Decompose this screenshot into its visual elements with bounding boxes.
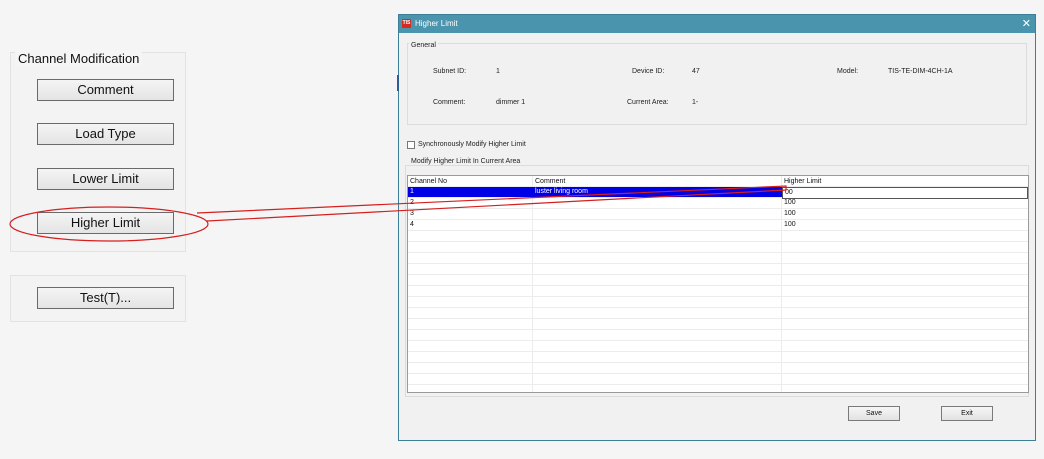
empty-row	[408, 242, 1028, 253]
comment-value: dimmer 1	[496, 99, 526, 106]
general-group	[407, 43, 1027, 125]
load-type-button[interactable]: Load Type	[37, 123, 174, 145]
cell-channel: 4	[410, 221, 414, 228]
subnet-id-label: Subnet ID:	[433, 68, 467, 75]
cell-comment: luster living room	[535, 188, 588, 195]
empty-row	[408, 286, 1028, 297]
cell-higher-limit: 00	[785, 189, 793, 196]
modify-group-label: Modify Higher Limit In Current Area	[409, 158, 523, 165]
lower-limit-button[interactable]: Lower Limit	[37, 168, 174, 190]
app-icon: TIS	[402, 19, 411, 28]
column-header-higher-limit[interactable]: Higher Limit	[784, 177, 821, 187]
channel-modification-title: Channel Modification	[15, 51, 143, 66]
comment-label: Comment:	[433, 99, 466, 106]
higher-limit-button[interactable]: Higher Limit	[37, 212, 174, 234]
dialog-title: Higher Limit	[415, 19, 458, 28]
column-header-comment[interactable]: Comment	[535, 177, 565, 187]
window-edge-marker	[397, 75, 399, 91]
table-row[interactable]: 2 100	[408, 198, 1028, 209]
test-button[interactable]: Test(T)...	[37, 287, 174, 309]
device-id-label: Device ID:	[632, 68, 665, 75]
device-id-value: 47	[692, 68, 700, 75]
table-header-row: Channel No Comment Higher Limit	[408, 176, 1028, 187]
empty-row	[408, 253, 1028, 264]
model-label: Model:	[837, 68, 859, 75]
cell-higher-limit: 100	[784, 221, 796, 228]
empty-row	[408, 374, 1028, 385]
save-button[interactable]: Save	[848, 406, 900, 421]
empty-row	[408, 308, 1028, 319]
sync-modify-label[interactable]: Synchronously Modify Higher Limit	[418, 141, 526, 148]
table-row[interactable]: 3 100	[408, 209, 1028, 220]
table-row[interactable]: 1 luster living room	[408, 187, 782, 198]
empty-row	[408, 330, 1028, 341]
empty-row	[408, 264, 1028, 275]
test-group: Test(T)...	[10, 275, 186, 322]
cell-higher-limit: 100	[784, 210, 796, 217]
dialog-titlebar[interactable]: TIS Higher Limit ✕	[399, 15, 1035, 33]
cell-channel: 2	[410, 199, 414, 206]
comment-button[interactable]: Comment	[37, 79, 174, 101]
empty-row	[408, 319, 1028, 330]
cell-channel: 1	[410, 188, 414, 195]
empty-row	[408, 341, 1028, 352]
empty-row	[408, 297, 1028, 308]
higher-limit-dialog: TIS Higher Limit ✕ General Subnet ID: 1 …	[397, 14, 1036, 441]
model-value: TIS-TE-DIM-4CH-1A	[888, 68, 953, 75]
cell-channel: 3	[410, 210, 414, 217]
empty-row	[408, 352, 1028, 363]
exit-button[interactable]: Exit	[941, 406, 993, 421]
channel-table: Channel No Comment Higher Limit 1 luster…	[407, 175, 1029, 393]
close-icon[interactable]: ✕	[1022, 15, 1031, 33]
empty-row	[408, 231, 1028, 242]
empty-row	[408, 275, 1028, 286]
current-area-label: Current Area:	[627, 99, 669, 106]
column-header-channel[interactable]: Channel No	[410, 177, 447, 187]
table-row[interactable]: 4 100	[408, 220, 1028, 231]
channel-modification-group: Channel Modification Comment Load Type L…	[10, 51, 186, 252]
sync-modify-checkbox[interactable]	[407, 141, 415, 149]
cell-higher-limit: 100	[784, 199, 796, 206]
empty-row	[408, 363, 1028, 374]
current-area-value: 1-	[692, 99, 699, 106]
subnet-id-value: 1	[496, 68, 500, 75]
general-group-label: General	[409, 42, 438, 49]
